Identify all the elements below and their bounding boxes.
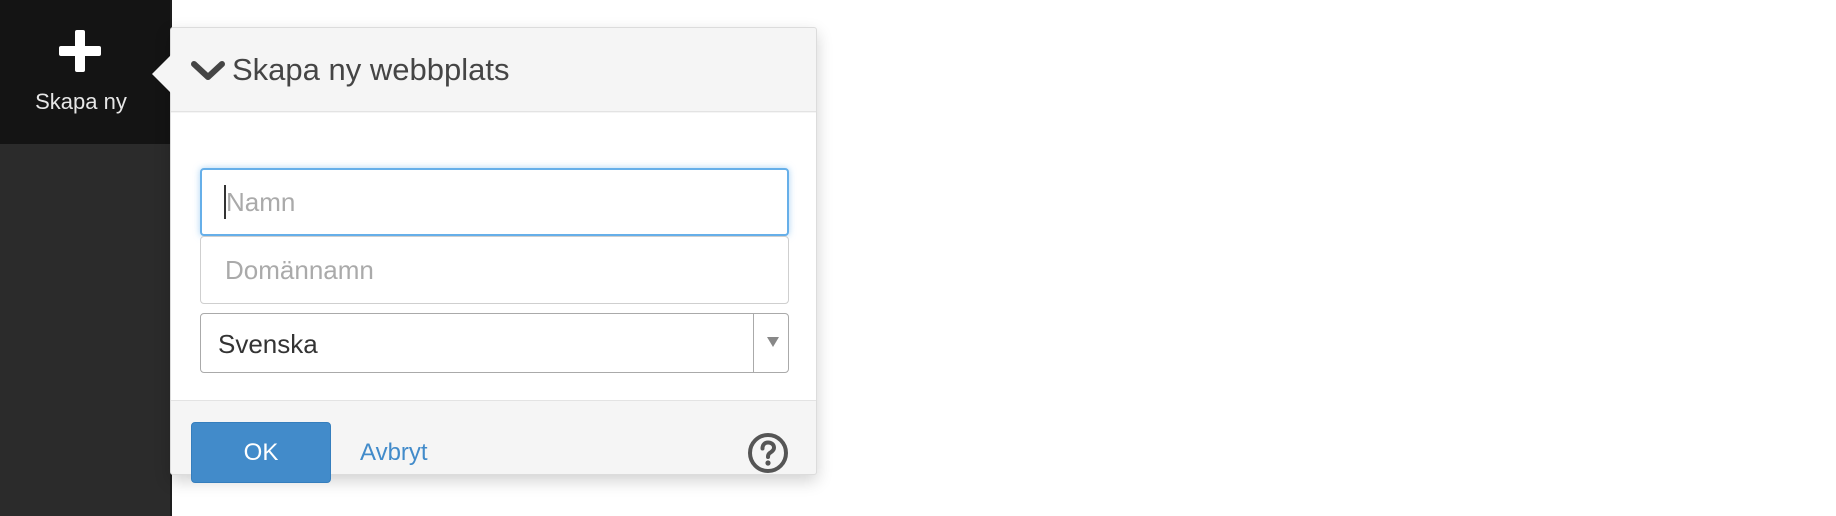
dialog-header[interactable]: Skapa ny webbplats — [171, 28, 816, 112]
plus-icon — [59, 30, 101, 72]
dialog-form: Svenska — [171, 113, 816, 401]
dialog-title: Skapa ny webbplats — [232, 52, 510, 87]
caret-down-icon — [767, 337, 779, 347]
name-input[interactable] — [200, 168, 789, 236]
create-new-label: Skapa ny — [35, 89, 127, 114]
cancel-link[interactable]: Avbryt — [360, 439, 428, 467]
create-site-dialog: Skapa ny webbplats Svenska OK Avbryt — [152, 27, 817, 483]
sidebar: Skapa ny — [0, 0, 172, 516]
text-caret — [224, 185, 226, 219]
ok-button[interactable]: OK — [191, 422, 331, 483]
question-circle-icon[interactable] — [747, 432, 789, 474]
dialog-footer: OK Avbryt — [171, 402, 816, 483]
domain-name-input[interactable] — [200, 236, 789, 304]
dialog-pointer-arrow — [152, 55, 171, 93]
create-new-button[interactable]: Skapa ny — [0, 0, 170, 144]
select-divider — [753, 314, 754, 372]
language-select-value: Svenska — [218, 329, 318, 359]
language-select[interactable]: Svenska — [200, 313, 789, 373]
chevron-down-icon — [191, 61, 225, 80]
